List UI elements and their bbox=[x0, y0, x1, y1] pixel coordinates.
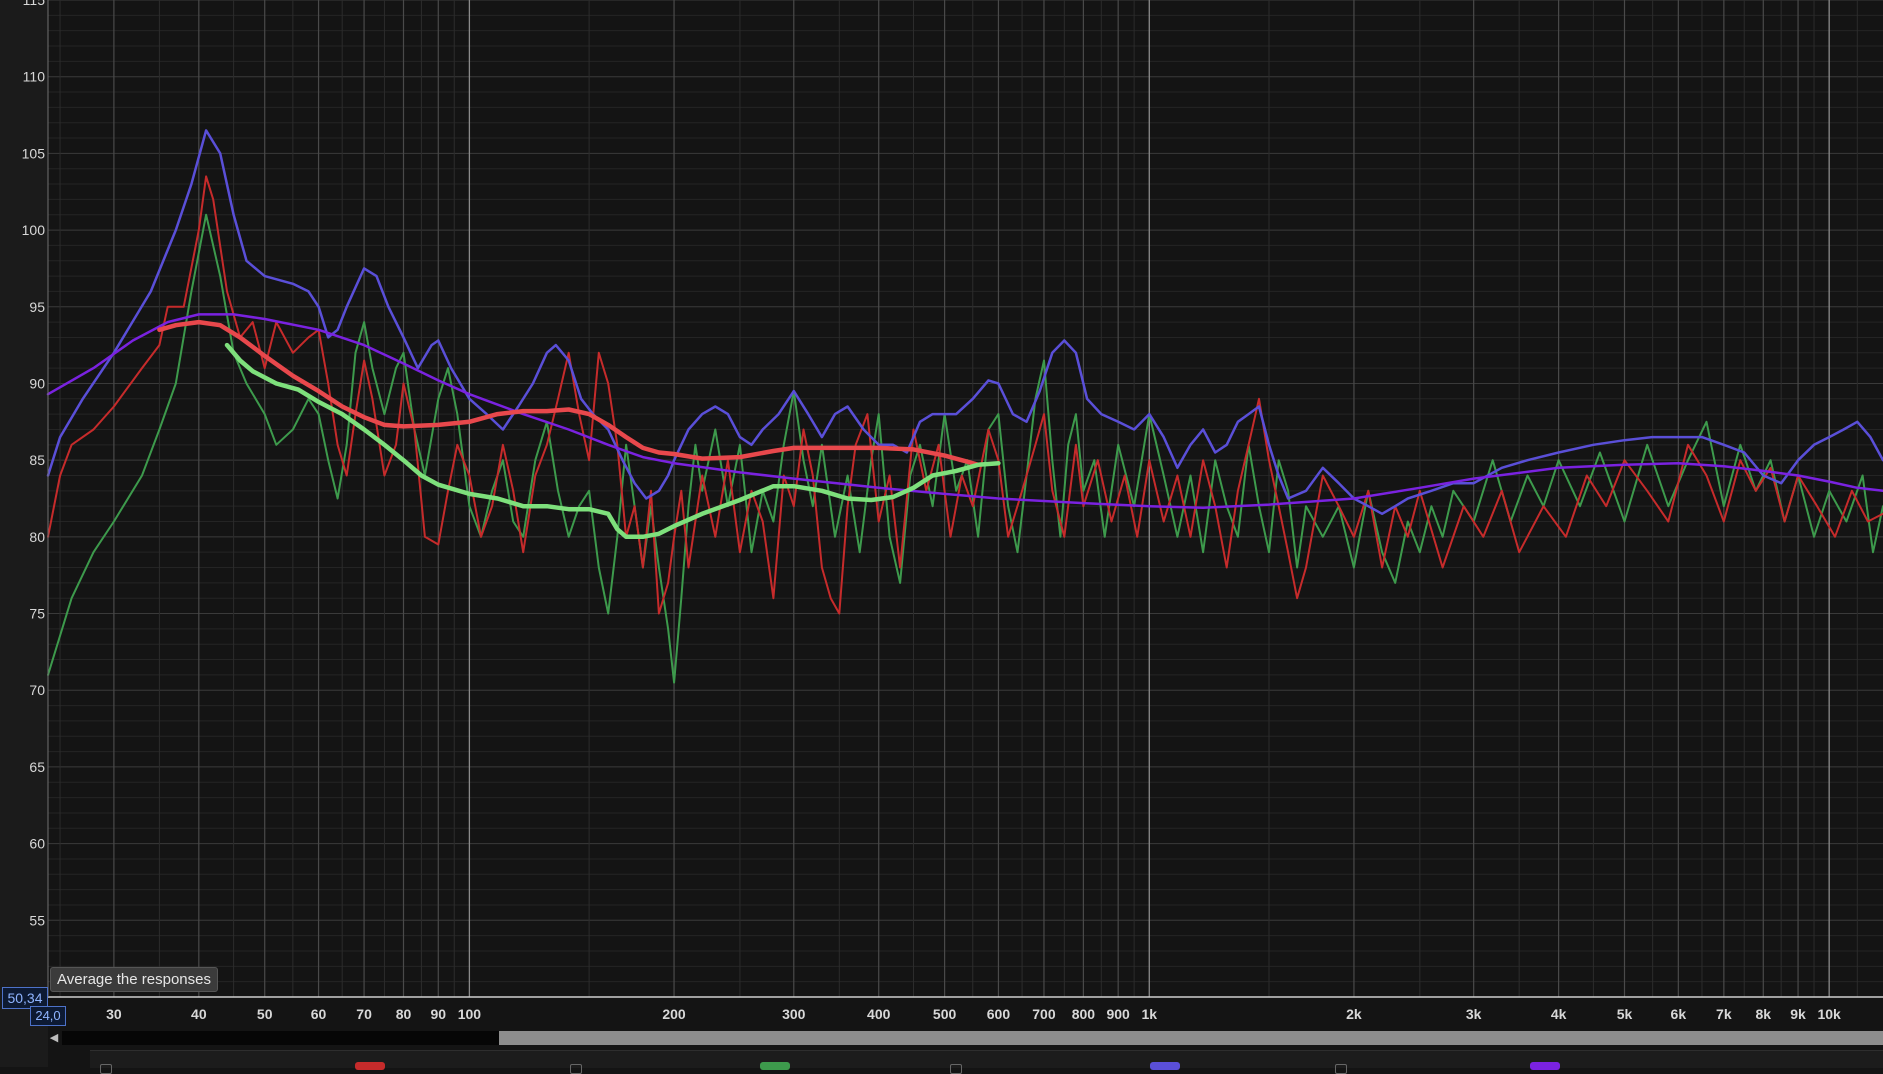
legend-color-chip bbox=[1150, 1062, 1180, 1070]
x-tick-label: 700 bbox=[1032, 1006, 1056, 1022]
y-tick-label: 95 bbox=[29, 299, 45, 315]
y-tick-label: 90 bbox=[29, 375, 45, 391]
x-tick-label: 50 bbox=[257, 1006, 273, 1022]
x-tick-label: 70 bbox=[356, 1006, 372, 1022]
y-tick-label: 70 bbox=[29, 682, 45, 698]
x-tick-label: 60 bbox=[311, 1006, 327, 1022]
x-tick-label: 900 bbox=[1106, 1006, 1130, 1022]
x-tick-label: 10k bbox=[1817, 1006, 1841, 1022]
y-tick-label: 60 bbox=[29, 836, 45, 852]
y-tick-label: 105 bbox=[22, 145, 46, 161]
y-tick-label: 80 bbox=[29, 529, 45, 545]
x-tick-label: 200 bbox=[662, 1006, 686, 1022]
x-tick-label: 400 bbox=[867, 1006, 891, 1022]
legend-color-chip bbox=[1530, 1062, 1560, 1070]
cursor-x-readout: 24,0 bbox=[30, 1006, 66, 1026]
y-tick-label: 55 bbox=[29, 912, 45, 928]
x-tick-label: 30 bbox=[106, 1006, 122, 1022]
x-tick-label: 9k bbox=[1790, 1006, 1806, 1022]
x-tick-label: 90 bbox=[430, 1006, 446, 1022]
frequency-response-chart[interactable]: 55 60 65 70 75 80 85 90 95 100 105 110 115 30 40 50 60 7… bbox=[0, 0, 1883, 1067]
x-tick-label: 100 bbox=[458, 1006, 482, 1022]
y-tick-label: 100 bbox=[22, 222, 46, 238]
legend-checkbox[interactable] bbox=[950, 1064, 962, 1074]
legend-checkbox[interactable] bbox=[1335, 1064, 1347, 1074]
rew-graph-window: 55 60 65 70 75 80 85 90 95 100 105 110 115 30 40 50 60 7… bbox=[0, 0, 1883, 1074]
x-tick-label: 6k bbox=[1671, 1006, 1687, 1022]
legend-color-chip bbox=[760, 1062, 790, 1070]
scrollbar-thumb[interactable] bbox=[62, 1031, 500, 1045]
y-tick-label: 115 bbox=[23, 0, 46, 8]
x-tick-label: 600 bbox=[987, 1006, 1011, 1022]
average-responses-tooltip: Average the responses bbox=[50, 967, 218, 992]
x-tick-label: 1k bbox=[1141, 1006, 1157, 1022]
x-tick-label: 40 bbox=[191, 1006, 207, 1022]
y-tick-label: 75 bbox=[29, 606, 45, 622]
x-tick-label: 300 bbox=[782, 1006, 806, 1022]
x-tick-label: 4k bbox=[1551, 1006, 1567, 1022]
legend-bar bbox=[90, 1050, 1883, 1074]
x-tick-label: 7k bbox=[1716, 1006, 1732, 1022]
chart-background bbox=[0, 0, 1883, 1067]
x-tick-label: 500 bbox=[933, 1006, 957, 1022]
x-tick-label: 8k bbox=[1755, 1006, 1771, 1022]
legend-checkbox[interactable] bbox=[100, 1064, 112, 1074]
y-tick-label: 65 bbox=[29, 759, 45, 775]
x-tick-label: 80 bbox=[396, 1006, 412, 1022]
horizontal-scrollbar[interactable] bbox=[62, 1031, 1883, 1045]
legend-color-chip bbox=[355, 1062, 385, 1070]
scroll-left-arrow-icon[interactable]: ◀ bbox=[48, 1031, 60, 1045]
y-tick-label: 85 bbox=[29, 452, 45, 468]
x-tick-label: 800 bbox=[1072, 1006, 1096, 1022]
y-tick-label: 110 bbox=[23, 69, 46, 85]
x-tick-label: 3k bbox=[1466, 1006, 1482, 1022]
x-tick-label: 5k bbox=[1617, 1006, 1633, 1022]
x-tick-label: 2k bbox=[1346, 1006, 1362, 1022]
legend-checkbox[interactable] bbox=[570, 1064, 582, 1074]
